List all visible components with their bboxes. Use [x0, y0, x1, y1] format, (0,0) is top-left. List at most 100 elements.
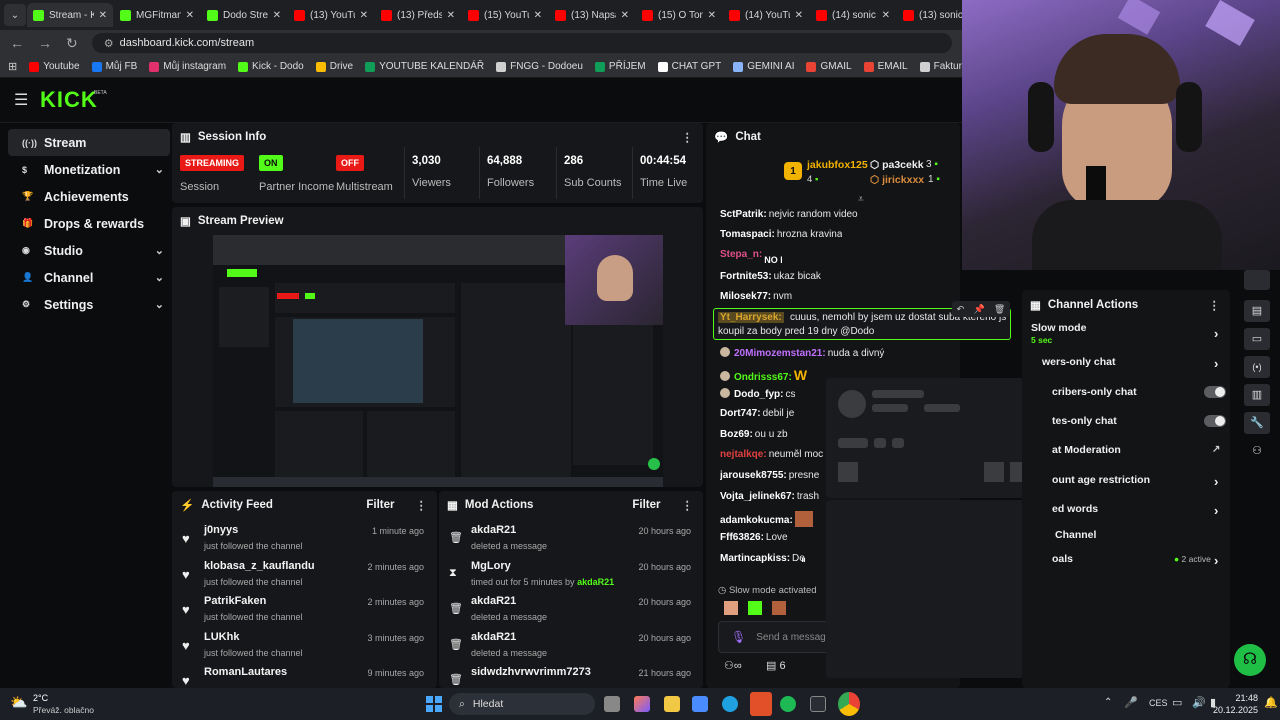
- chat-input[interactable]: 🎙 Send a message: [718, 621, 838, 653]
- browser-tab[interactable]: (14) sonic ✕: [810, 3, 896, 27]
- chat-message[interactable]: Tomaspaci: hrozna kravina: [720, 229, 842, 240]
- status-badge[interactable]: ON: [259, 155, 283, 171]
- gifter-3[interactable]: ⬡ jirickxxx: [870, 174, 924, 186]
- mod-target-name[interactable]: akdaR21: [471, 524, 516, 536]
- chat-username[interactable]: Dort747:: [720, 408, 761, 419]
- mod-action-row[interactable]: 🗑 sidwdzhvrwvrimm7273 21 hours ago: [439, 663, 699, 688]
- weather-icon[interactable]: ⛅: [10, 694, 27, 711]
- status-badge[interactable]: OFF: [336, 155, 364, 171]
- bookmark-item[interactable]: Drive: [315, 61, 353, 72]
- chat-message[interactable]: Martincapkiss: De: [720, 553, 805, 564]
- support-button[interactable]: ☊: [1234, 644, 1266, 676]
- channel-action-row[interactable]: tes-only chat: [1052, 415, 1226, 427]
- activity-username[interactable]: LUKhk: [204, 631, 239, 643]
- reload-icon[interactable]: ↻: [66, 35, 78, 52]
- browser-tab[interactable]: MGFitman ✕: [114, 3, 200, 27]
- activity-row[interactable]: ♥ j0nyys just followed the channel 1 minute…: [172, 521, 432, 557]
- sidebar-item-studio[interactable]: ◉ Studio ⌄: [8, 237, 170, 264]
- channel-action-row[interactable]: wers-only chat ›: [1042, 356, 1222, 371]
- infinity-icon[interactable]: ⚇∞: [724, 659, 742, 672]
- browser-tab[interactable]: (15) O Ton ✕: [636, 3, 722, 27]
- bookmark-item[interactable]: Kick - Dodo: [238, 61, 304, 72]
- sidebar-item-settings[interactable]: ⚙ Settings ⌄: [8, 291, 170, 318]
- broadcast-icon[interactable]: (•): [1244, 356, 1270, 378]
- wrench-icon[interactable]: 🔧: [1244, 412, 1270, 434]
- chat-message[interactable]: Boz69: ou u zb: [720, 429, 788, 440]
- task-view-icon[interactable]: [604, 696, 620, 712]
- windows-start-icon[interactable]: [426, 696, 442, 712]
- users-icon[interactable]: ⚇: [1244, 440, 1270, 462]
- emote-icon[interactable]: [772, 601, 786, 615]
- bookmark-item[interactable]: GEMINI AI: [733, 61, 794, 72]
- chat-username[interactable]: adamkokucma:: [720, 515, 793, 526]
- taskbar-search[interactable]: ⌕ Hledat: [449, 693, 595, 715]
- subs-count[interactable]: ▤ 6: [766, 659, 786, 672]
- activity-menu-icon[interactable]: ⋮: [416, 498, 428, 512]
- rail-button[interactable]: [1244, 270, 1270, 290]
- tab-close-icon[interactable]: ✕: [99, 10, 107, 21]
- chat-message[interactable]: adamkokucma:: [720, 511, 813, 527]
- file-explorer-icon[interactable]: [664, 696, 680, 712]
- tab-close-icon[interactable]: ✕: [882, 10, 890, 21]
- browser-tab[interactable]: (15) YouTu ✕: [462, 3, 548, 27]
- chat-message[interactable]: Milosek77: nvm: [720, 291, 792, 302]
- chevron-down-icon[interactable]: ⌄: [155, 163, 164, 176]
- chevron-right-icon[interactable]: ›: [1214, 326, 1218, 341]
- tab-close-icon[interactable]: ✕: [360, 10, 368, 21]
- sidebar-item-achievements[interactable]: 🏆 Achievements: [8, 183, 170, 210]
- chat-username[interactable]: Stepa_n:: [720, 249, 762, 260]
- bookmark-item[interactable]: EMAIL: [863, 61, 908, 72]
- chat-username[interactable]: Fff63826:: [720, 532, 764, 543]
- back-icon[interactable]: ←: [10, 35, 24, 51]
- tray-chevron-icon[interactable]: ⌃: [1104, 697, 1112, 708]
- browser-tab[interactable]: (13) Předst ✕: [375, 3, 461, 27]
- forward-icon[interactable]: →: [38, 35, 52, 51]
- chat-username[interactable]: Boz69:: [720, 429, 753, 440]
- browser-tab[interactable]: (13) Napsa ✕: [549, 3, 635, 27]
- chat-username[interactable]: SctPatrik:: [720, 209, 767, 220]
- activity-row[interactable]: ♥ PatrikFaken just followed the channel 2 m…: [172, 592, 432, 628]
- kick-logo[interactable]: KICK: [40, 87, 98, 113]
- activity-filter-button[interactable]: Filter: [366, 499, 394, 511]
- tab-search-icon[interactable]: ⌄: [4, 4, 26, 26]
- browser-tab[interactable]: Stream - K ✕: [27, 3, 113, 27]
- chat-message[interactable]: Vojta_jelinek67: trash: [720, 491, 819, 502]
- mod-target-name[interactable]: akdaR21: [471, 631, 516, 643]
- reply-icon[interactable]: ↶: [957, 304, 965, 315]
- bookmark-item[interactable]: Můj FB: [91, 61, 137, 72]
- app-icon-active[interactable]: [750, 692, 772, 716]
- bookmark-item[interactable]: PŘÍJEM: [594, 61, 646, 72]
- channel-action-row[interactable]: oals ● 2 active ›: [1052, 553, 1222, 568]
- emote-icon[interactable]: [724, 601, 738, 615]
- clock-time[interactable]: 21:48: [1235, 693, 1258, 703]
- channel-action-row[interactable]: cribers-only chat: [1052, 386, 1226, 398]
- site-info-icon[interactable]: ⚙: [104, 37, 114, 50]
- bookmark-item[interactable]: CHAT GPT: [657, 61, 721, 72]
- tab-close-icon[interactable]: ✕: [273, 10, 281, 21]
- channel-action-row[interactable]: at Moderation ↗: [1052, 444, 1222, 456]
- chat-message[interactable]: Stepa_n:NO NIC: [720, 249, 782, 264]
- mod-menu-icon[interactable]: ⋮: [682, 498, 694, 512]
- apps-grid-icon[interactable]: ⊞: [8, 60, 17, 73]
- top-gifter-name[interactable]: jakubfox125: [807, 159, 868, 171]
- chat-message[interactable]: Dodo_fyp: cs: [720, 388, 795, 400]
- activity-username[interactable]: j0nyys: [204, 524, 238, 536]
- monitor-icon[interactable]: ▭: [1172, 696, 1182, 709]
- channel-actions-menu-icon[interactable]: ⋮: [1209, 298, 1221, 312]
- chat-username[interactable]: jarousek8755:: [720, 470, 787, 481]
- volume-icon[interactable]: 🔊: [1192, 696, 1206, 709]
- chevron-right-icon[interactable]: ›: [1214, 553, 1218, 568]
- session-menu-icon[interactable]: ⋮: [682, 130, 694, 144]
- toggle-switch[interactable]: [1204, 386, 1226, 398]
- chat-username[interactable]: Vojta_jelinek67:: [720, 491, 795, 502]
- stream-preview-video[interactable]: [213, 235, 663, 487]
- hamburger-menu-icon[interactable]: ☰: [14, 90, 28, 110]
- chat-username[interactable]: 20Mimozemstan21:: [734, 348, 826, 359]
- chat-message[interactable]: nejtalkqe: neuměl moc r: [720, 449, 825, 460]
- collapse-gifters-icon[interactable]: ⩡: [858, 194, 864, 205]
- bookmark-item[interactable]: Youtube: [29, 61, 80, 72]
- pin-icon[interactable]: 📌: [973, 304, 984, 315]
- tab-close-icon[interactable]: ✕: [186, 10, 194, 21]
- spotify-icon[interactable]: [780, 696, 796, 712]
- toggle-switch[interactable]: [1204, 415, 1226, 427]
